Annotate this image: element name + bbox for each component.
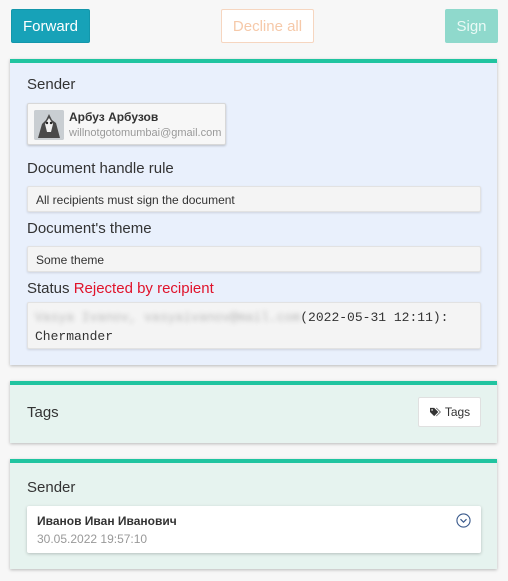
redacted-recipient: Vasya Ivanov, vasyaivanov@mail.com <box>35 310 301 325</box>
tags-heading: Tags <box>27 404 59 421</box>
theme-field: Some theme <box>27 246 481 272</box>
tags-icon <box>429 407 441 417</box>
status-comment: Chermander <box>35 329 114 344</box>
tags-button-label: Tags <box>444 405 471 419</box>
history-card: Sender Иванов Иван Иванович 30.05.2022 1… <box>10 459 497 569</box>
toolbar: Forward Decline all Sign <box>0 0 508 52</box>
handle-rule-field: All recipients must sign the document <box>27 186 481 212</box>
history-sender-heading: Sender <box>27 479 76 496</box>
status-log: Vasya Ivanov, vasyaivanov@mail.com(2022-… <box>27 302 481 349</box>
sender-email: willnotgotomumbai@gmail.com <box>69 127 222 139</box>
sender-chip[interactable]: Арбуз Арбузов willnotgotomumbai@gmail.co… <box>27 103 226 145</box>
tags-card: Tags Tags <box>10 381 497 443</box>
status-label: Status <box>27 280 70 297</box>
sender-heading: Sender <box>27 76 76 93</box>
forward-button[interactable]: Forward <box>11 9 90 43</box>
status-heading: Status Rejected by recipient <box>27 280 214 297</box>
theme-heading: Document's theme <box>27 220 152 237</box>
tags-button[interactable]: Tags <box>418 397 481 427</box>
sender-name: Арбуз Арбузов <box>69 110 159 124</box>
history-entry-name: Иванов Иван Иванович <box>37 514 177 528</box>
status-value: Rejected by recipient <box>73 280 214 297</box>
chevron-down-icon[interactable] <box>456 513 471 528</box>
sign-button[interactable]: Sign <box>445 9 498 43</box>
status-timestamp: (2022-05-31 12:11): <box>300 310 449 325</box>
document-info-card: Sender Арбуз Арбузов willnotgotomumbai@g… <box>10 59 497 365</box>
status-log-line: Vasya Ivanov, vasyaivanov@mail.com(2022-… <box>35 308 480 327</box>
handle-rule-heading: Document handle rule <box>27 160 174 177</box>
decline-all-button[interactable]: Decline all <box>221 9 314 43</box>
history-entry[interactable]: Иванов Иван Иванович 30.05.2022 19:57:10 <box>27 506 481 553</box>
avatar <box>34 110 64 140</box>
history-entry-date: 30.05.2022 19:57:10 <box>37 532 148 546</box>
